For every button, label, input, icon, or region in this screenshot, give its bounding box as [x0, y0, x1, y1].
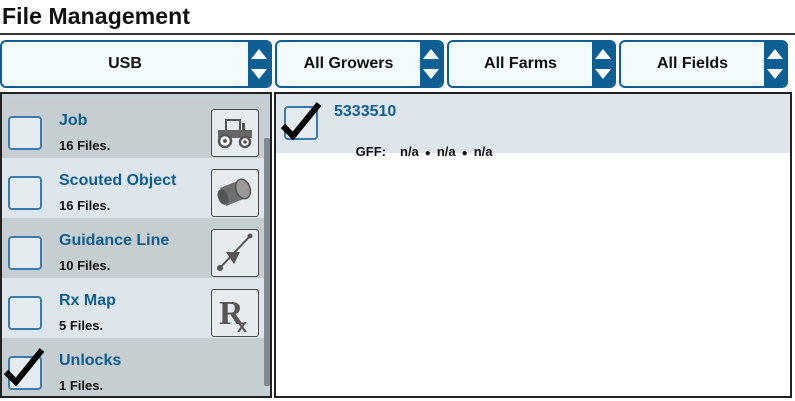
file-row[interactable]: 5333510 GFF: n/a ● n/a ● n/a [276, 94, 790, 159]
page-title: File Management [2, 3, 191, 29]
grower-selector-value: All Growers [303, 55, 394, 72]
arrow-up-icon [423, 49, 439, 59]
separator-dot: ● [461, 148, 468, 159]
file-metadata: GFF: n/a ● n/a ● n/a [334, 129, 498, 174]
category-row-unlocks[interactable]: Unlocks 1 Files. [2, 338, 264, 396]
title-divider [0, 33, 795, 35]
category-file-count: 10 Files. [59, 258, 111, 273]
check-icon [280, 102, 322, 141]
category-file-count: 5 Files. [59, 318, 104, 333]
scouted-object-checkbox[interactable] [8, 176, 42, 210]
guidance-line-icon [211, 229, 259, 277]
arrow-down-icon [251, 69, 267, 79]
farm-spinner[interactable] [592, 42, 614, 86]
rx-icon: R x [211, 289, 259, 337]
arrow-down-icon [595, 69, 611, 79]
rx-map-checkbox[interactable] [8, 296, 42, 330]
grower-spinner[interactable] [420, 42, 442, 86]
category-file-count: 16 Files. [59, 198, 111, 213]
field-spinner[interactable] [764, 42, 786, 86]
file-list: 5333510 GFF: n/a ● n/a ● n/a [274, 92, 792, 398]
category-row-rx-map[interactable]: Rx Map 5 Files. R x [2, 278, 264, 338]
scrollbar-thumb[interactable] [264, 138, 270, 386]
file-name: 5333510 [334, 103, 397, 120]
source-selector-value: USB [108, 55, 142, 72]
category-name: Guidance Line [59, 232, 170, 249]
svg-text:x: x [237, 316, 247, 336]
category-file-count: 16 Files. [59, 138, 111, 153]
guidance-line-checkbox[interactable] [8, 236, 42, 270]
arrow-up-icon [251, 49, 267, 59]
farm-selector-value: All Farms [484, 55, 557, 72]
category-row-scouted-object[interactable]: Scouted Object 16 Files. [2, 158, 264, 218]
gff-label: GFF: [355, 144, 386, 159]
arrow-down-icon [767, 69, 783, 79]
field-selector[interactable]: All Fields [619, 40, 788, 88]
arrow-up-icon [767, 49, 783, 59]
category-list: Job 16 Files. Scouted Object 16 Files. G… [0, 92, 272, 398]
source-spinner[interactable] [248, 42, 270, 86]
category-file-count: 1 Files. [59, 378, 104, 393]
field-selector-value: All Fields [656, 55, 729, 72]
farm-selector[interactable]: All Farms [447, 40, 616, 88]
tractor-icon [211, 109, 259, 157]
farm-value: n/a [436, 144, 456, 159]
category-name: Unlocks [59, 352, 122, 369]
scouted-object-icon [211, 169, 259, 217]
grower-value: n/a [400, 144, 419, 159]
source-selector[interactable]: USB [0, 40, 272, 88]
category-name: Rx Map [59, 292, 116, 309]
category-row-guidance-line[interactable]: Guidance Line 10 Files. [2, 218, 264, 278]
field-value: n/a [473, 144, 493, 159]
category-name: Scouted Object [59, 172, 177, 189]
grower-selector[interactable]: All Growers [275, 40, 444, 88]
job-checkbox[interactable] [8, 116, 42, 150]
category-name: Job [59, 112, 88, 129]
arrow-up-icon [595, 49, 611, 59]
separator-dot: ● [424, 148, 431, 159]
check-icon [3, 348, 45, 387]
category-row-job[interactable]: Job 16 Files. [2, 98, 264, 158]
arrow-down-icon [423, 69, 439, 79]
